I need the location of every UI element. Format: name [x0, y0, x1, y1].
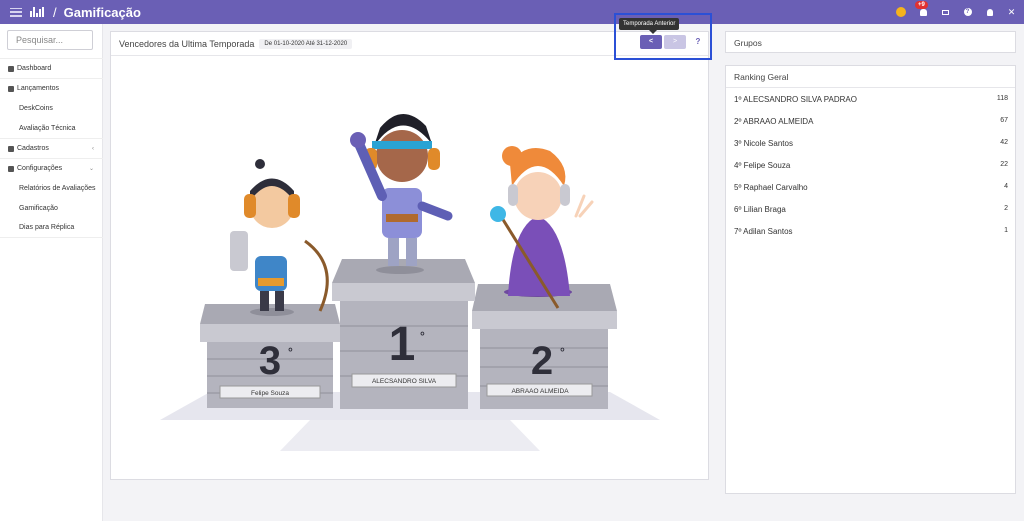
help-button[interactable]: ?	[963, 8, 972, 17]
search-input[interactable]: Pesquisar...	[7, 30, 93, 50]
winners-title: Vencedores da Ultima Temporada	[119, 38, 255, 49]
groups-panel[interactable]: Grupos	[725, 31, 1016, 53]
sidebar-nav: Dashboard Lançamentos DeskCoins Avaliaçã…	[0, 58, 103, 238]
mage-character	[490, 146, 594, 309]
user-icon	[986, 8, 993, 16]
second-place-number: 2	[531, 339, 553, 383]
first-place-number: 1	[389, 318, 416, 371]
winner-character	[350, 113, 453, 274]
notification-badge: +9	[915, 0, 928, 9]
ranking-name: 7º Adilan Santos	[734, 227, 793, 236]
season-help-button[interactable]: ?	[692, 35, 704, 49]
ranking-points: 2	[1004, 205, 1008, 212]
gear-icon	[8, 165, 14, 172]
third-place-number: 3	[259, 339, 281, 383]
coin-icon[interactable]	[896, 7, 906, 17]
previous-season-button[interactable]: <	[640, 35, 662, 49]
dashboard-icon	[8, 65, 14, 72]
chevron-left-icon: ‹	[92, 145, 94, 152]
ranking-name: 2º ABRAAO ALMEIDA	[734, 117, 814, 126]
third-place-ordinal: °	[288, 345, 293, 359]
podium-floor-front	[280, 420, 540, 451]
groups-title: Grupos	[734, 38, 762, 48]
sidebar-item-relatorios[interactable]: Relatórios de Avaliações	[0, 178, 103, 198]
ranking-row: 2º ABRAAO ALMEIDA 67	[734, 117, 1008, 126]
sidebar-item-label: Configurações	[17, 165, 63, 172]
title-separator: /	[53, 4, 57, 20]
grid-icon	[942, 9, 949, 15]
ranking-name: 6º Lilian Braga	[734, 205, 786, 214]
sidebar-item-label: Dias para Réplica	[19, 224, 75, 231]
sidebar-item-dashboard[interactable]: Dashboard	[0, 58, 103, 78]
sidebar-item-lancamentos[interactable]: Lançamentos	[0, 78, 103, 98]
third-place-name: Felipe Souza	[251, 390, 289, 397]
podium-first: 1 ° ALECSANDRO SILVA	[332, 259, 475, 409]
first-place-name: ALECSANDRO SILVA	[372, 378, 437, 385]
sidebar-item-dias-replica[interactable]: Dias para Réplica	[0, 218, 103, 238]
expand-icon: ✕	[1007, 7, 1016, 17]
sidebar-item-label: Dashboard	[17, 65, 52, 72]
ranking-row: 6º Lilian Braga 2	[734, 205, 1008, 214]
podium-illustration: 3 ° Felipe Souza 2 ° ABRAAO ALMEIDA 1 ° …	[160, 113, 660, 451]
sidebar-item-deskcoins[interactable]: DeskCoins	[0, 98, 103, 118]
podium-second: 2 ° ABRAAO ALMEIDA	[472, 284, 617, 409]
fullscreen-button[interactable]: ✕	[1007, 8, 1016, 17]
help-icon: ?	[963, 8, 972, 16]
top-bar: / Gamificação +9 ? ✕	[0, 0, 1024, 24]
ranking-panel: Ranking Geral 1º ALECSANDRO SILVA PADRAO…	[725, 65, 1016, 494]
ranking-row: 1º ALECSANDRO SILVA PADRAO 118	[734, 95, 1008, 104]
archer-character	[230, 159, 329, 316]
hamburger-menu-icon[interactable]	[10, 7, 22, 17]
sidebar-item-label: DeskCoins	[19, 104, 53, 112]
sidebar-item-cadastros[interactable]: Cadastros ‹	[0, 138, 103, 158]
sidebar-item-label: Avaliação Técnica	[19, 124, 76, 132]
ranking-row: 5º Raphael Carvalho 4	[734, 183, 1008, 192]
ranking-points: 1	[1004, 227, 1008, 234]
ranking-name: 1º ALECSANDRO SILVA PADRAO	[734, 95, 857, 104]
bell-icon	[920, 8, 927, 16]
ranking-points: 4	[1004, 183, 1008, 190]
ranking-name: 3º Nicole Santos	[734, 139, 793, 148]
sidebar-item-label: Lançamentos	[17, 85, 60, 92]
ranking-row: 3º Nicole Santos 42	[734, 139, 1008, 148]
ranking-name: 4º Felipe Souza	[734, 161, 791, 170]
ranking-points: 42	[1000, 139, 1008, 146]
ranking-title: Ranking Geral	[726, 66, 1015, 88]
second-place-name: ABRAAO ALMEIDA	[511, 388, 569, 395]
notifications-button[interactable]: +9	[915, 0, 928, 17]
ranking-name: 5º Raphael Carvalho	[734, 183, 808, 192]
ranking-row: 4º Felipe Souza 22	[734, 161, 1008, 170]
sidebar-item-configuracoes[interactable]: Configurações ⌄	[0, 158, 103, 178]
ranking-points: 22	[1000, 161, 1008, 168]
podium-third: 3 ° Felipe Souza	[200, 304, 340, 408]
chevron-down-icon: ⌄	[88, 166, 94, 172]
user-button[interactable]	[985, 8, 994, 17]
sidebar-item-avaliacao-tecnica[interactable]: Avaliação Técnica	[0, 118, 103, 138]
edit-icon	[8, 145, 14, 152]
page-title: Gamificação	[63, 4, 141, 20]
sidebar-item-gamificacao[interactable]: Gamificação	[0, 198, 103, 218]
sidebar: Pesquisar... Dashboard Lançamentos DeskC…	[0, 24, 103, 521]
sidebar-item-label: Relatórios de Avaliações	[19, 184, 96, 192]
ranking-points: 118	[996, 95, 1008, 102]
ranking-points: 67	[1000, 117, 1008, 124]
ranking-row: 7º Adilan Santos 1	[734, 227, 1008, 236]
second-place-ordinal: °	[560, 345, 565, 359]
send-icon	[8, 85, 14, 92]
apps-button[interactable]	[941, 8, 950, 17]
previous-season-tooltip: Temporada Anterior	[619, 18, 680, 34]
sidebar-item-label: Cadastros	[17, 145, 49, 152]
sidebar-item-label: Gamificação	[19, 204, 58, 212]
app-logo-icon	[30, 7, 44, 17]
season-date-range: De 01-10-2020 Até 31-12-2020	[259, 38, 353, 49]
first-place-ordinal: °	[420, 329, 425, 343]
next-season-button[interactable]: >	[664, 35, 686, 49]
